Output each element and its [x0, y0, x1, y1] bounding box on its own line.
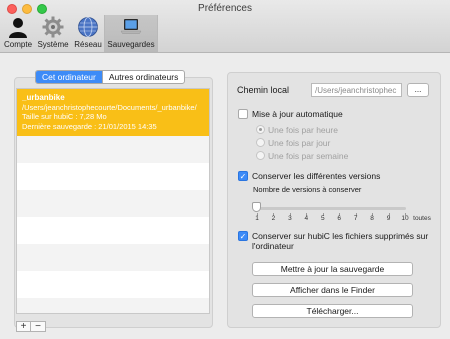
toolbar-label: Réseau	[74, 40, 102, 49]
toolbar: Compte Système Réseau Sauvegardes	[2, 15, 158, 52]
versions-count-label: Nombre de versions à conserver	[253, 185, 362, 194]
versions-slider-track[interactable]	[255, 207, 406, 210]
show-in-finder-button[interactable]: Afficher dans le Finder	[252, 283, 413, 297]
frequency-weekly-label: Une fois par semaine	[268, 151, 349, 161]
slider-tick-label: 2	[271, 215, 276, 222]
slider-tick-label: 10	[401, 215, 409, 222]
backup-last-date: Dernière sauvegarde : 21/01/2015 14:35	[22, 121, 157, 131]
globe-icon	[78, 17, 98, 37]
slider-tick-label: 1	[255, 215, 259, 222]
gear-icon	[42, 16, 64, 38]
empty-list-row	[17, 298, 209, 313]
backup-size: Taille sur hubiC : 7,28 Mo	[22, 112, 107, 121]
titlebar: Préférences Compte Système Réseau Sauveg…	[0, 0, 450, 53]
download-button[interactable]: Télécharger...	[252, 304, 413, 318]
empty-list-row	[17, 136, 209, 163]
laptop-icon	[120, 19, 142, 34]
toolbar-label: Système	[37, 40, 69, 49]
tab-this-computer[interactable]: Cet ordinateur	[36, 71, 102, 83]
person-icon	[9, 18, 27, 38]
frequency-weekly-radio[interactable]	[256, 151, 265, 160]
frequency-daily-label: Une fois par jour	[268, 138, 331, 148]
slider-tick-label: 6	[337, 215, 342, 222]
keep-deleted-checkbox[interactable]: ✓	[238, 231, 248, 241]
frequency-hourly-label: Une fois par heure	[268, 125, 338, 135]
toolbar-label: Sauvegardes	[107, 40, 155, 49]
toolbar-label: Compte	[4, 40, 33, 49]
preferences-window: Préférences Compte Système Réseau Sauveg…	[0, 0, 450, 339]
backup-settings-panel: Chemin local /Users/jeanchristophec ... …	[227, 72, 441, 328]
toolbar-item-compte[interactable]: Compte	[2, 15, 34, 52]
toolbar-item-sauvegardes[interactable]: Sauvegardes	[104, 15, 158, 52]
computer-tabs: Cet ordinateur Autres ordinateurs	[35, 70, 186, 84]
backup-path: /Users/jeanchristophecourte/Documents/_u…	[22, 102, 197, 112]
update-backup-button[interactable]: Mettre à jour la sauvegarde	[252, 262, 413, 276]
auto-update-checkbox[interactable]	[238, 109, 248, 119]
versions-slider-knob[interactable]	[252, 202, 261, 212]
tab-other-computers[interactable]: Autres ordinateurs	[101, 71, 184, 83]
empty-list-row	[17, 190, 209, 217]
slider-tick-label: 5	[320, 215, 325, 222]
list-controls: + −	[16, 321, 46, 332]
local-path-field[interactable]: /Users/jeanchristophec	[311, 83, 402, 97]
slider-tick-label: 7	[353, 215, 358, 222]
slider-tick-label: 3	[288, 215, 292, 222]
keep-versions-checkbox[interactable]: ✓	[238, 171, 248, 181]
slider-tick-label: 9	[386, 215, 391, 222]
add-button[interactable]: +	[16, 321, 31, 332]
local-path-label: Chemin local	[237, 85, 290, 95]
keep-deleted-label-line2: l'ordinateur	[252, 241, 294, 251]
backup-name: _urbanbike	[22, 93, 65, 102]
window-title: Préférences	[198, 3, 252, 14]
backup-list: _urbanbike /Users/jeanchristophecourte/D…	[16, 88, 210, 314]
keep-deleted-label-line1: Conserver sur hubiC les fichiers supprim…	[252, 231, 429, 241]
backups-panel: _urbanbike /Users/jeanchristophecourte/D…	[14, 70, 213, 332]
browse-button[interactable]: ...	[407, 83, 429, 97]
auto-update-label: Mise à jour automatique	[252, 109, 343, 119]
empty-list-row	[17, 244, 209, 271]
slider-tick-label: 8	[370, 215, 374, 222]
frequency-hourly-radio[interactable]	[256, 125, 265, 134]
keep-versions-label: Conserver les différentes versions	[252, 171, 381, 181]
remove-button[interactable]: −	[31, 321, 46, 332]
backups-box: _urbanbike /Users/jeanchristophecourte/D…	[14, 77, 213, 332]
frequency-daily-radio[interactable]	[256, 138, 265, 147]
slider-tick-label: toutes	[413, 215, 431, 222]
toolbar-item-systeme[interactable]: Système	[34, 15, 72, 52]
slider-tick-label: 4	[304, 215, 309, 222]
backup-list-item[interactable]: _urbanbike /Users/jeanchristophecourte/D…	[17, 89, 209, 136]
toolbar-item-reseau[interactable]: Réseau	[72, 15, 104, 52]
